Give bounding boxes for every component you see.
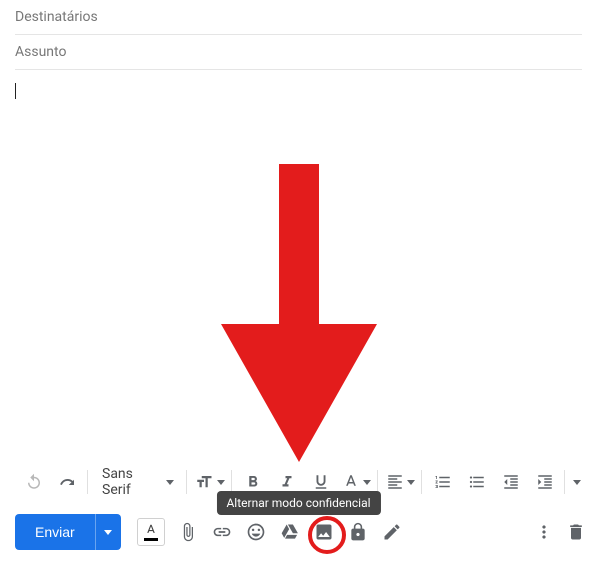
insert-signature-button[interactable]	[381, 521, 403, 543]
send-label: Enviar	[35, 524, 75, 540]
chevron-down-icon	[104, 530, 112, 535]
undo-button[interactable]	[21, 469, 47, 495]
indent-increase-button[interactable]	[532, 469, 558, 495]
font-family-label: Sans Serif	[102, 466, 158, 498]
tooltip: Alternar modo confidencial	[216, 491, 380, 515]
more-options-button[interactable]	[533, 521, 555, 543]
insert-drive-button[interactable]	[279, 521, 301, 543]
redo-button[interactable]	[55, 469, 81, 495]
chevron-down-icon	[166, 480, 174, 485]
send-options-button[interactable]	[95, 514, 121, 550]
discard-draft-button[interactable]	[565, 521, 587, 543]
text-color-underline	[144, 538, 158, 541]
font-family-select[interactable]: Sans Serif	[96, 466, 180, 498]
compose-body[interactable]	[15, 70, 582, 450]
numbered-list-button[interactable]	[430, 469, 456, 495]
bottom-bar: Enviar	[15, 513, 587, 551]
indent-decrease-button[interactable]	[498, 469, 524, 495]
chevron-down-icon	[217, 480, 225, 485]
insert-emoji-button[interactable]	[245, 521, 267, 543]
align-select[interactable]	[386, 469, 415, 495]
insert-photo-button[interactable]	[313, 521, 335, 543]
recipients-placeholder: Destinatários	[15, 9, 98, 25]
chevron-down-icon	[363, 480, 371, 485]
recipients-field[interactable]: Destinatários	[15, 0, 582, 35]
chevron-down-icon	[407, 480, 415, 485]
subject-field[interactable]: Assunto	[15, 35, 582, 70]
text-cursor	[15, 83, 16, 99]
bulleted-list-button[interactable]	[464, 469, 490, 495]
text-color-button[interactable]	[137, 518, 165, 546]
more-formatting-chevron[interactable]	[573, 480, 581, 485]
tooltip-text: Alternar modo confidencial	[226, 496, 370, 510]
insert-link-button[interactable]	[211, 521, 233, 543]
attach-file-button[interactable]	[177, 521, 199, 543]
send-button[interactable]: Enviar	[15, 514, 95, 550]
confidential-mode-button[interactable]	[347, 521, 369, 543]
subject-placeholder: Assunto	[15, 44, 66, 60]
